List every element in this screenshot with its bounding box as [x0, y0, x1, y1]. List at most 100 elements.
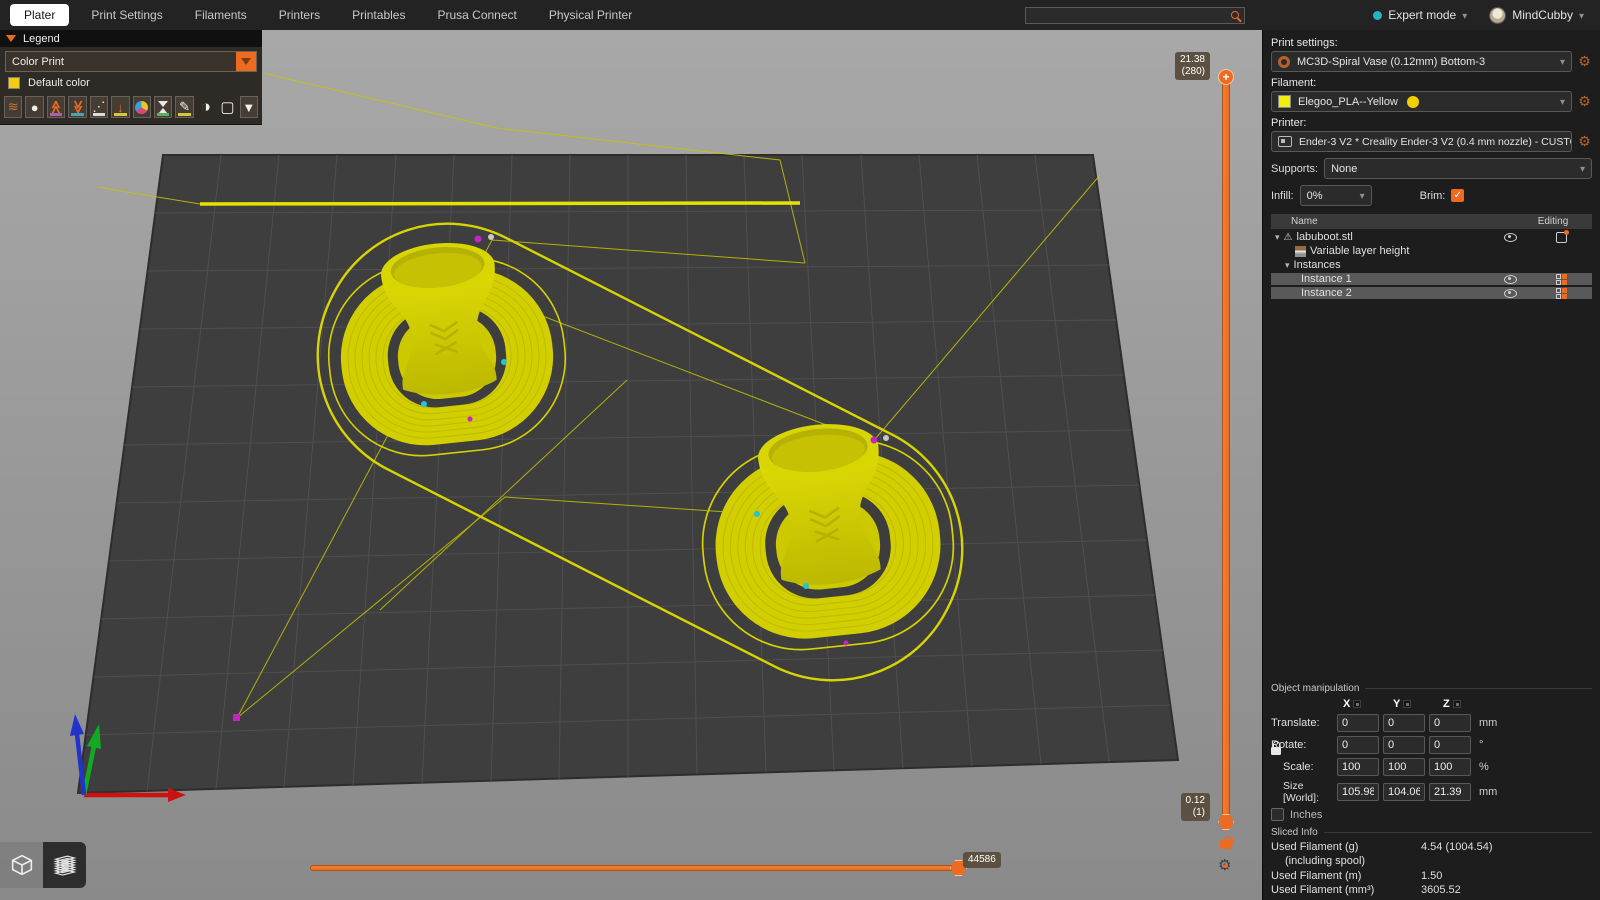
collapse-triangle-icon[interactable]: [6, 35, 16, 42]
size-y-input[interactable]: [1383, 783, 1425, 801]
filament-label: Filament:: [1271, 77, 1317, 89]
right-sidebar: Print settings: MC3D-Spiral Vase (0.12mm…: [1262, 30, 1600, 900]
tab-filaments[interactable]: Filaments: [179, 4, 263, 26]
inches-checkbox[interactable]: [1271, 808, 1284, 821]
visibility-eye-icon[interactable]: [1503, 288, 1517, 298]
scale-y-input[interactable]: [1383, 758, 1425, 776]
supports-combo[interactable]: None: [1324, 158, 1592, 179]
tab-print-settings[interactable]: Print Settings: [75, 4, 178, 26]
object-row[interactable]: labuboot.stl: [1271, 229, 1592, 243]
inches-label: Inches: [1290, 808, 1323, 821]
legend-toolbar: ≋ ● ≫ ≫ ⋰ ↓ ✎ ◑ ▢ ▼: [0, 93, 262, 124]
view-mode-select[interactable]: Color Print: [5, 51, 257, 72]
tree-expand-icon[interactable]: [1285, 259, 1290, 271]
slider-settings-gear-icon[interactable]: [1218, 856, 1231, 874]
editor-view-button[interactable]: [0, 842, 43, 888]
filament-combo[interactable]: Elegoo_PLA--Yellow: [1271, 91, 1572, 112]
size-z-input[interactable]: [1429, 783, 1471, 801]
infill-value: 0%: [1306, 189, 1323, 202]
printer-gear-button[interactable]: [1577, 134, 1592, 149]
object-manipulation-panel: Object manipulation X Y Z Translate: mm …: [1271, 679, 1592, 823]
tab-printables[interactable]: Printables: [336, 4, 421, 26]
layer-slider-top-handle[interactable]: [1218, 69, 1234, 85]
avatar: [1489, 6, 1507, 24]
print-settings-label: Print settings:: [1271, 37, 1338, 49]
color-changes-icon[interactable]: [132, 96, 151, 118]
tab-printers[interactable]: Printers: [263, 4, 336, 26]
filament-gear-button[interactable]: [1577, 94, 1592, 109]
rotate-row: Rotate: °: [1271, 736, 1592, 754]
supports-value: None: [1331, 162, 1358, 175]
legend-header[interactable]: Legend: [0, 30, 262, 47]
instance-grid-icon: [1555, 273, 1567, 285]
sliced-info: Used Filament (g) 4.54 (1004.54) (includi…: [1271, 838, 1592, 900]
box-view-icon[interactable]: ▢: [218, 96, 236, 118]
top-menu-bar: Plater Print Settings Filaments Printers…: [0, 0, 1600, 30]
search-box[interactable]: [1025, 6, 1246, 24]
tool-changes-icon[interactable]: ↓: [111, 96, 130, 118]
brim-checkbox[interactable]: [1451, 189, 1465, 202]
rotate-x-input[interactable]: [1337, 736, 1379, 754]
move-slider-track[interactable]: [310, 865, 955, 871]
size-x-input[interactable]: [1337, 783, 1379, 801]
tool-position-icon[interactable]: ▼: [239, 96, 259, 118]
scale-row: Scale: %: [1271, 758, 1592, 776]
legend-panel: Legend Color Print Default color ≋ ● ≫ ≫…: [0, 30, 262, 125]
scale-z-input[interactable]: [1429, 758, 1471, 776]
mode-label: Expert mode: [1388, 8, 1457, 22]
preview-view-button[interactable]: [43, 842, 86, 888]
translate-z-input[interactable]: [1429, 714, 1471, 732]
rotate-y-input[interactable]: [1383, 736, 1425, 754]
account-menu[interactable]: MindCubby: [1489, 6, 1584, 24]
shells-icon[interactable]: ◑: [197, 96, 215, 118]
instance-2-row[interactable]: Instance 2: [1271, 287, 1592, 299]
print-extrusions-icon[interactable]: ≋: [4, 96, 23, 118]
printer-icon: [1278, 136, 1292, 147]
printer-label: Printer:: [1271, 117, 1307, 129]
edit-object-icon[interactable]: [1555, 229, 1569, 243]
instance-1-row[interactable]: Instance 1: [1271, 273, 1592, 285]
instance-2-label: Instance 2: [1301, 287, 1352, 299]
rotate-z-input[interactable]: [1429, 736, 1471, 754]
translate-row: Translate: mm: [1271, 714, 1592, 732]
axis-badge-icon: [1403, 700, 1412, 708]
filament-color-swatch: [1278, 95, 1291, 108]
tab-prusa-connect[interactable]: Prusa Connect: [421, 4, 532, 26]
translate-y-input[interactable]: [1383, 714, 1425, 732]
sliced-info-title: Sliced Info: [1271, 827, 1592, 838]
visibility-eye-icon[interactable]: [1503, 232, 1517, 242]
tree-expand-icon[interactable]: [1275, 231, 1280, 243]
custom-gcodes-icon[interactable]: ✎: [175, 96, 194, 118]
visibility-eye-icon[interactable]: [1503, 274, 1517, 284]
scale-x-input[interactable]: [1337, 758, 1379, 776]
print-settings-value: MC3D-Spiral Vase (0.12mm) Bottom-3: [1297, 55, 1486, 68]
retractions-icon[interactable]: ≫: [46, 96, 66, 118]
mode-selector[interactable]: Expert mode: [1373, 8, 1467, 22]
prusaslicer-window: Plater Print Settings Filaments Printers…: [0, 0, 1600, 900]
chevron-down-icon: [1462, 8, 1467, 22]
infill-combo[interactable]: 0%: [1299, 185, 1372, 206]
variable-layer-height-row[interactable]: Variable layer height: [1271, 245, 1592, 257]
printer-combo[interactable]: Ender-3 V2 * Creality Ender-3 V2 (0.4 mm…: [1271, 131, 1572, 152]
gcode-preview-canvas[interactable]: [0, 30, 1262, 900]
tab-physical-printer[interactable]: Physical Printer: [533, 4, 648, 26]
translate-x-input[interactable]: [1337, 714, 1379, 732]
pause-prints-icon[interactable]: [153, 96, 173, 118]
deretractions-icon[interactable]: ≫: [68, 96, 87, 118]
axis-header: X Y Z: [1343, 698, 1592, 710]
3d-viewport[interactable]: Legend Color Print Default color ≋ ● ≫ ≫…: [0, 30, 1262, 900]
dropdown-arrow-icon[interactable]: [236, 52, 256, 71]
layer-slider-track[interactable]: [1222, 76, 1230, 822]
tab-plater[interactable]: Plater: [10, 4, 70, 26]
cube-icon: [11, 854, 32, 876]
instances-group-row[interactable]: Instances: [1271, 259, 1592, 271]
value: 4.54 (1004.54): [1421, 840, 1493, 853]
search-input[interactable]: [1031, 9, 1232, 21]
search-icon[interactable]: [1231, 11, 1240, 19]
print-settings-combo[interactable]: MC3D-Spiral Vase (0.12mm) Bottom-3: [1271, 51, 1572, 72]
seams-icon[interactable]: ●: [25, 96, 44, 118]
print-settings-gear-button[interactable]: [1577, 54, 1592, 69]
view-mode-switch: [0, 842, 86, 888]
unlock-icon[interactable]: [1220, 840, 1232, 849]
travel-moves-icon[interactable]: ⋰: [89, 96, 109, 118]
